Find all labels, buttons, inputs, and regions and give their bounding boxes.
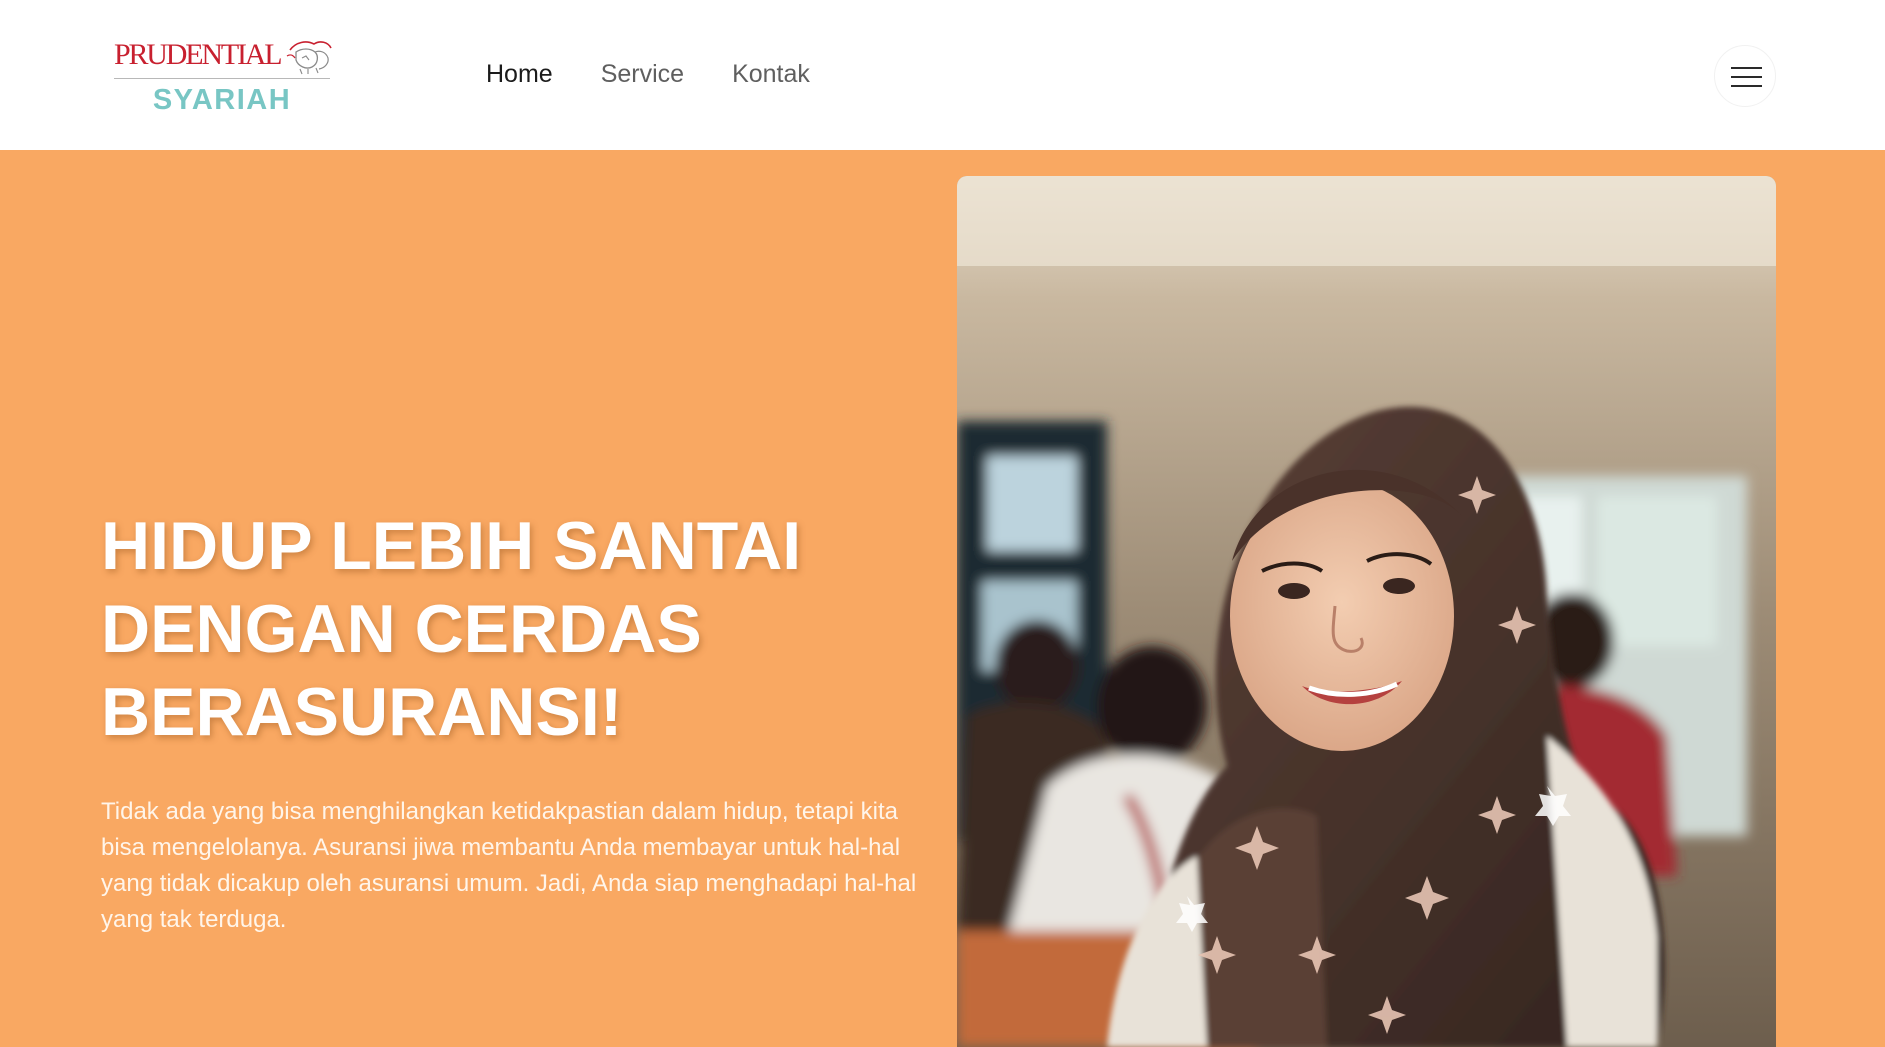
hero-section: HIDUP LEBIH SANTAI DENGAN CERDAS BERASUR…: [0, 150, 1885, 1047]
main-nav: Home Service Kontak: [486, 56, 810, 92]
hero-photo-illustration: [957, 176, 1776, 1047]
navbar: PRUDENTIAL SYARIAH Home Service Kontak: [0, 0, 1885, 150]
hero-headline-line-1: HIDUP LEBIH SANTAI: [101, 508, 802, 584]
hero-headline-line-2: DENGAN CERDAS: [101, 591, 702, 667]
hero-headline-line-3: BERASURANSI!: [101, 674, 623, 750]
brand-logo-divider: [114, 78, 330, 79]
hamburger-icon-line-top: [1731, 67, 1762, 69]
brand-logo[interactable]: PRUDENTIAL SYARIAH: [112, 36, 332, 118]
brand-logo-subtitle: SYARIAH: [152, 84, 292, 116]
hero-headline: HIDUP LEBIH SANTAI DENGAN CERDAS BERASUR…: [101, 505, 901, 754]
hero-photo: [957, 176, 1776, 1047]
nav-link-home[interactable]: Home: [486, 56, 553, 92]
hamburger-menu-button[interactable]: [1714, 45, 1776, 107]
nav-link-kontak[interactable]: Kontak: [732, 56, 810, 92]
hero-description: Tidak ada yang bisa menghilangkan ketida…: [101, 798, 917, 933]
hamburger-icon-line-middle: [1731, 76, 1762, 78]
brand-logo-wordmark: PRUDENTIAL: [114, 38, 283, 71]
lion-logo-icon: [286, 41, 332, 75]
hamburger-icon-line-bottom: [1731, 85, 1762, 87]
nav-link-service[interactable]: Service: [601, 56, 684, 92]
